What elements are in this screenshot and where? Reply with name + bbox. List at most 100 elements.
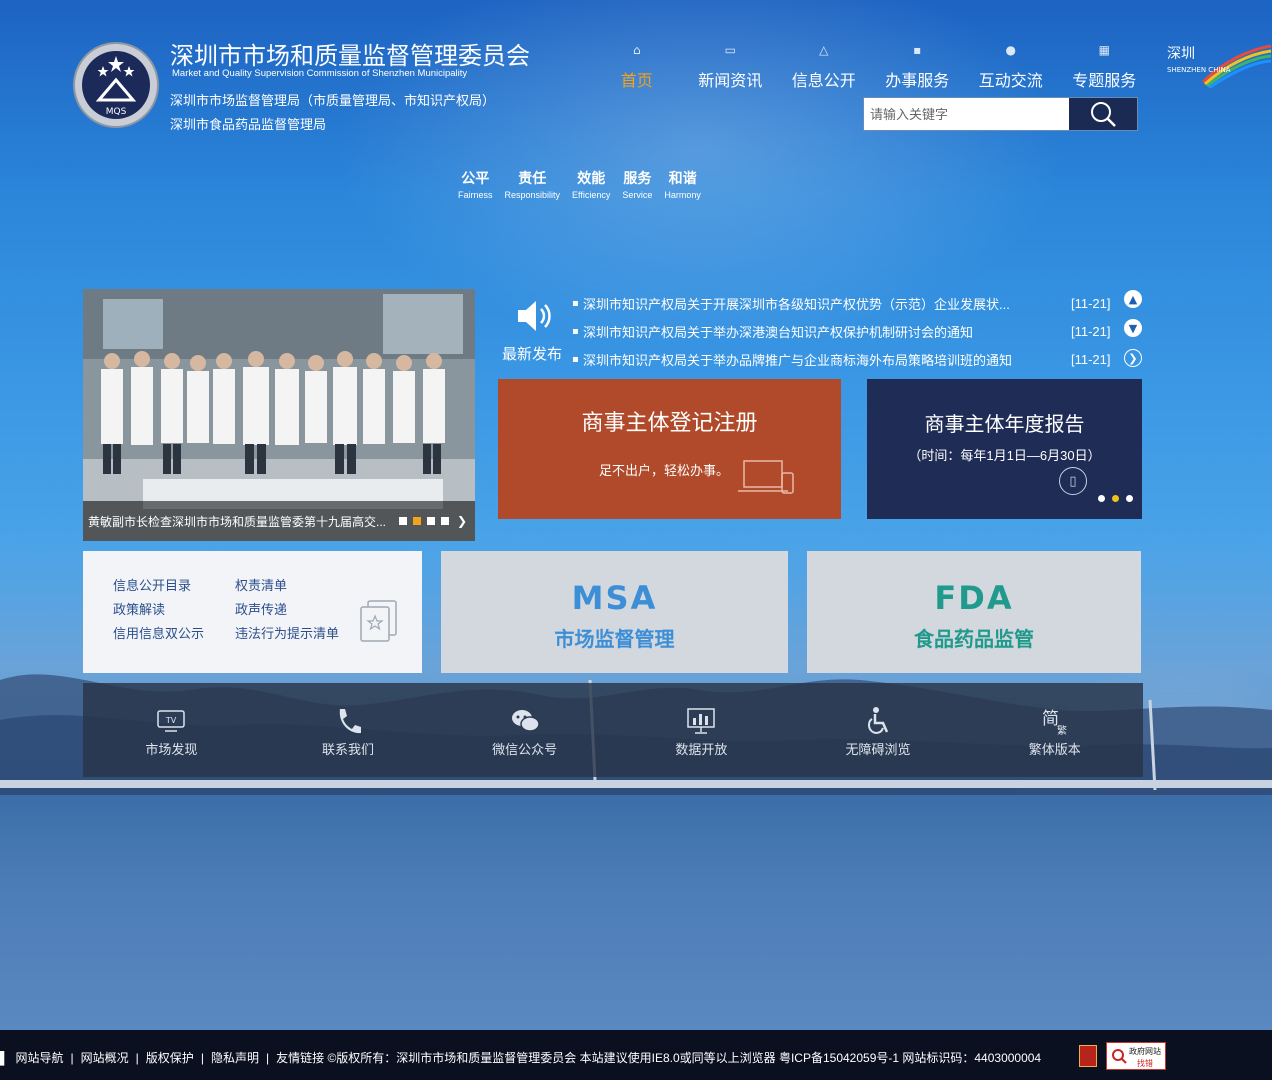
phone-icon — [339, 709, 361, 734]
news-item-title: 深圳市知识产权局关于举办深港澳台知识产权保护机制研讨会的通知 — [583, 324, 974, 340]
briefcase-icon: ▪ — [913, 43, 922, 57]
footer-link-sitemap[interactable]: 网站导航 — [16, 1051, 64, 1065]
nav-label: 信息公开 — [791, 73, 856, 90]
info-links-box: 信息公开目录 权责清单 政策解读 政声传递 信用信息双公示 违法行为提示清单 — [83, 551, 422, 673]
carousel-dot-active[interactable] — [412, 517, 421, 525]
accessibility-icon — [867, 707, 889, 735]
news-more-icon[interactable]: ❯ — [1124, 349, 1142, 367]
quick-link-traditional[interactable]: 简 繁 繁体版本 — [966, 683, 1143, 777]
grid-icon: ▦ — [1098, 43, 1110, 57]
news-carousel[interactable]: 黄敏副市长检查深圳市市场和质量监管委第十九届高交... ❯ — [83, 289, 475, 541]
nav-item-home[interactable]: ⌂ 首页 — [590, 40, 684, 90]
shenzhen-city-logo[interactable]: 深圳 SHENZHEN CHINA — [1163, 42, 1272, 88]
main-nav: ⌂ 首页 ▭ 新闻资讯 △ 信息公开 ▪ 办事服务 ● 互动交流 ▦ 专题服务 — [590, 40, 1151, 90]
home-icon: ⌂ — [632, 43, 641, 57]
nav-label: 首页 — [620, 73, 653, 90]
link-info-catalog[interactable]: 信息公开目录 — [113, 575, 191, 594]
annual-report-title: 商事主体年度报告 — [924, 414, 1085, 436]
news-item-title: 深圳市知识产权局关于举办品牌推广与企业商标海外布局策略培训班的通知 — [583, 352, 1013, 368]
msa-tile[interactable]: MSA 市场监督管理 — [441, 551, 788, 673]
chat-icon: ● — [1005, 43, 1016, 57]
news-item-title: 深圳市知识产权局关于开展深圳市各级知识产权优势（示范）企业发展状... — [583, 296, 1010, 312]
annual-report-period: （时间：每年1月1日—6月30日） — [908, 448, 1101, 463]
quick-links-bar: TV 市场发现 联系我们 微信公众号 数据开放 无障碍浏览 简 繁 繁体版本 — [83, 683, 1143, 777]
news-item-date: [11-21] — [1071, 295, 1111, 311]
carousel-dots: ❯ — [393, 514, 467, 528]
site-subtitle-1: 深圳市市场监督管理局（市质量管理局、市知识产权局） — [170, 93, 496, 108]
value-harmony: 和谐 Harmony — [664, 170, 701, 200]
latest-news-list: ▪ 深圳市知识产权局关于开展深圳市各级知识产权优势（示范）企业发展状... [1… — [572, 289, 1117, 373]
nav-item-interaction[interactable]: ● 互动交流 — [964, 40, 1058, 90]
nav-item-services[interactable]: ▪ 办事服务 — [871, 40, 965, 90]
value-fairness: 公平 Fairness — [458, 170, 493, 200]
search-icon — [1091, 102, 1116, 127]
nav-item-topics[interactable]: ▦ 专题服务 — [1058, 40, 1152, 90]
quick-link-open-data[interactable]: 数据开放 — [613, 683, 790, 777]
link-violation-list[interactable]: 违法行为提示清单 — [235, 623, 339, 642]
city-logo-text: SHENZHEN CHINA — [1167, 66, 1231, 74]
fda-tile[interactable]: FDA 食品药品监管 — [807, 551, 1141, 673]
police-badge-icon[interactable] — [1079, 1045, 1097, 1067]
emblem-text: MQS — [106, 107, 127, 117]
footer-copyright: ©版权所有：深圳市市场和质量监督管理委员会 本站建议使用IE8.0或同等以上浏览… — [327, 1051, 1042, 1065]
quick-link-market-discovery[interactable]: TV 市场发现 — [83, 683, 260, 777]
network-icon: △ — [819, 43, 829, 57]
news-item-date: [11-21] — [1071, 323, 1111, 339]
nav-item-news[interactable]: ▭ 新闻资讯 — [684, 40, 778, 90]
footer-link-copyright[interactable]: 版权保护 — [146, 1051, 194, 1065]
link-policy-interpretation[interactable]: 政策解读 — [113, 599, 165, 618]
link-responsibility-list[interactable]: 权责清单 — [235, 575, 287, 594]
footer: ▌ 网站导航 | 网站概况 | 版权保护 | 隐私声明 | 友情链接 ©版权所有：深圳市市场和质量… — [0, 1030, 1272, 1080]
footer-link-privacy[interactable]: 隐私声明 — [211, 1051, 259, 1065]
fda-logo: FDA — [934, 579, 1014, 617]
quick-link-accessibility[interactable]: 无障碍浏览 — [790, 683, 967, 777]
site-title-en: Market and Quality Supervision Commissio… — [172, 68, 468, 79]
annual-report-tile[interactable]: 商事主体年度报告 （时间：每年1月1日—6月30日） ▯ — [867, 379, 1142, 519]
latest-news-title: 最新发布 — [502, 346, 563, 363]
tile-dot[interactable] — [1098, 495, 1105, 502]
carousel-caption: 黄敏副市长检查深圳市市场和质量监管委第十九届高交... — [88, 515, 387, 529]
nav-label: 互动交流 — [978, 73, 1043, 90]
footer-link-friends[interactable]: 友情链接 — [276, 1051, 324, 1065]
link-government-voice[interactable]: 政声传递 — [235, 599, 287, 618]
news-item-date: [11-21] — [1071, 351, 1111, 367]
nav-label: 新闻资讯 — [698, 73, 763, 90]
speaker-icon — [518, 301, 551, 331]
site-subtitle-2: 深圳市食品药品监督管理局 — [170, 117, 327, 132]
news-item[interactable]: ▪ 深圳市知识产权局关于开展深圳市各级知识产权优势（示范）企业发展状... [1… — [572, 289, 1117, 317]
newspaper-icon: ▭ — [724, 43, 736, 57]
tile-dot-active[interactable] — [1112, 495, 1119, 502]
carousel-dot[interactable] — [426, 517, 435, 525]
traditional-chinese-icon: 简 繁 — [1042, 709, 1067, 736]
registration-subtitle: 足不出户，轻松办事。 — [599, 463, 730, 478]
nav-item-info[interactable]: △ 信息公开 — [777, 40, 871, 90]
news-item[interactable]: ▪ 深圳市知识产权局关于举办品牌推广与企业商标海外布局策略培训班的通知 [11-… — [572, 345, 1117, 373]
book-icon: ▯ — [1059, 467, 1087, 495]
quick-link-contact[interactable]: 联系我们 — [260, 683, 437, 777]
document-star-icon — [360, 600, 397, 642]
search-button[interactable] — [1069, 98, 1137, 130]
gov-site-error-badge[interactable]: 政府网站 找错 — [1106, 1042, 1166, 1070]
news-scroll-down-icon[interactable]: ▼ — [1124, 319, 1142, 337]
footer-links: ▌ 网站导航 | 网站概况 | 版权保护 | 隐私声明 | 友情链接 ©版权所有：深圳市市场和质量… — [0, 1051, 1042, 1065]
tile-dot[interactable] — [1126, 495, 1133, 502]
wechat-icon — [511, 710, 540, 732]
svg-text:繁: 繁 — [1057, 724, 1067, 736]
carousel-caption-bar: 黄敏副市长检查深圳市市场和质量监管委第十九届高交... ❯ — [83, 501, 475, 541]
msa-logo: MSA — [571, 579, 658, 617]
search-input[interactable] — [864, 98, 1069, 130]
site-title: 深圳市市场和质量监督管理委员会 — [170, 43, 530, 70]
news-scroll-up-icon[interactable]: ▲ — [1124, 290, 1142, 308]
news-item[interactable]: ▪ 深圳市知识产权局关于举办深港澳台知识产权保护机制研讨会的通知 [11-21] — [572, 317, 1117, 345]
quick-link-wechat[interactable]: 微信公众号 — [436, 683, 613, 777]
value-efficiency: 效能 Efficiency — [572, 170, 611, 200]
value-responsibility: 责任 Responsibility — [504, 170, 561, 200]
carousel-dot[interactable] — [398, 517, 407, 525]
core-values: 公平 Fairness 责任 Responsibility 效能 Efficiency… — [458, 168, 713, 200]
footer-link-overview[interactable]: 网站概况 — [81, 1051, 129, 1065]
business-registration-tile[interactable]: 商事主体登记注册 足不出户，轻松办事。 — [498, 379, 841, 519]
link-credit-publicity[interactable]: 信用信息双公示 — [113, 623, 204, 642]
value-service: 服务 Service — [622, 170, 653, 200]
carousel-dot[interactable] — [440, 517, 449, 525]
chevron-right-icon[interactable]: ❯ — [457, 514, 467, 528]
